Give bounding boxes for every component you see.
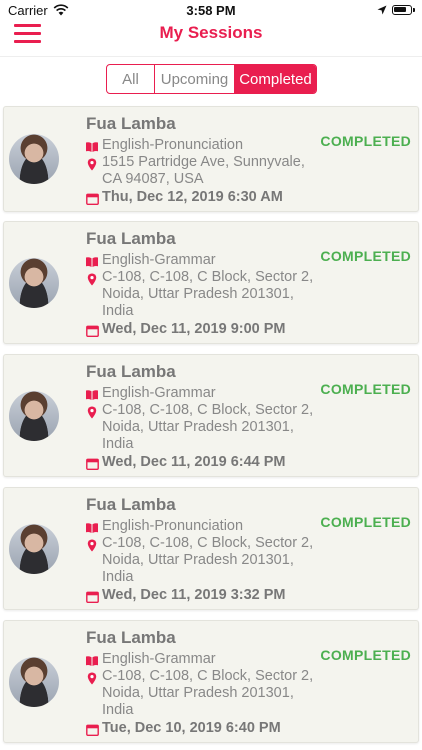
subject-row: English-Pronunciation <box>84 137 243 155</box>
tutor-name: Fua Lamba <box>86 628 176 647</box>
status-badge: COMPLETED <box>320 248 411 264</box>
tutor-name: Fua Lamba <box>86 229 176 248</box>
subject-label: English-Pronunciation <box>102 518 244 534</box>
avatar <box>9 134 59 184</box>
tutor-name: Fua Lamba <box>86 114 176 133</box>
session-date: Wed, Dec 11, 2019 9:00 PM <box>102 321 286 337</box>
tab-completed[interactable]: Completed <box>234 65 316 93</box>
address-label: C-108, C-108, C Block, Sector 2, Noida, … <box>102 668 314 718</box>
subject-row: English-Pronunciation <box>84 518 243 536</box>
book-icon <box>84 254 100 270</box>
status-badge: COMPLETED <box>320 381 411 397</box>
date-row: Wed, Dec 11, 2019 3:32 PM <box>84 587 286 605</box>
avatar <box>9 524 59 574</box>
date-row: Thu, Dec 12, 2019 6:30 AM <box>84 189 283 207</box>
map-pin-icon <box>84 156 100 172</box>
session-date: Tue, Dec 10, 2019 6:40 PM <box>102 720 281 736</box>
book-icon <box>84 520 100 536</box>
page-title: My Sessions <box>159 23 263 42</box>
book-icon <box>84 653 100 669</box>
session-card[interactable]: Fua Lamba COMPLETED English-Grammar C-10… <box>3 620 419 743</box>
address-row: C-108, C-108, C Block, Sector 2, Noida, … <box>84 668 324 719</box>
status-bar: Carrier 3:58 PM <box>0 0 422 22</box>
session-card[interactable]: Fua Lamba COMPLETED English-Pronunciatio… <box>3 487 419 610</box>
tab-upcoming[interactable]: Upcoming <box>154 65 234 93</box>
map-pin-icon <box>84 670 100 686</box>
address-label: 1515 Partridge Ave, Sunnyvale, CA 94087,… <box>102 154 305 187</box>
avatar <box>9 391 59 441</box>
subject-label: English-Pronunciation <box>102 137 244 153</box>
date-row: Tue, Dec 10, 2019 6:40 PM <box>84 720 281 738</box>
calendar-icon <box>84 323 100 339</box>
subject-label: English-Grammar <box>102 252 216 268</box>
book-icon <box>84 139 100 155</box>
status-badge: COMPLETED <box>320 647 411 663</box>
address-row: C-108, C-108, C Block, Sector 2, Noida, … <box>84 535 324 586</box>
address-row: 1515 Partridge Ave, Sunnyvale, CA 94087,… <box>84 154 324 188</box>
address-label: C-108, C-108, C Block, Sector 2, Noida, … <box>102 535 314 585</box>
address-row: C-108, C-108, C Block, Sector 2, Noida, … <box>84 402 324 453</box>
subject-row: English-Grammar <box>84 385 216 403</box>
avatar <box>9 657 59 707</box>
session-date: Wed, Dec 11, 2019 6:44 PM <box>102 454 286 470</box>
tab-all[interactable]: All <box>107 65 154 93</box>
subject-row: English-Grammar <box>84 651 216 669</box>
tutor-name: Fua Lamba <box>86 495 176 514</box>
location-arrow-icon <box>377 5 387 15</box>
calendar-icon <box>84 589 100 605</box>
map-pin-icon <box>84 271 100 287</box>
status-badge: COMPLETED <box>320 514 411 530</box>
calendar-icon <box>84 191 100 207</box>
status-time: 3:58 PM <box>186 3 236 18</box>
session-card[interactable]: Fua Lamba COMPLETED English-Pronunciatio… <box>3 106 419 212</box>
nav-bar: My Sessions <box>0 22 422 57</box>
subject-label: English-Grammar <box>102 385 216 401</box>
date-row: Wed, Dec 11, 2019 9:00 PM <box>84 321 286 339</box>
session-date: Wed, Dec 11, 2019 3:32 PM <box>102 587 286 603</box>
address-row: C-108, C-108, C Block, Sector 2, Noida, … <box>84 269 324 320</box>
session-card[interactable]: Fua Lamba COMPLETED English-Grammar C-10… <box>3 354 419 477</box>
battery-icon <box>392 5 415 15</box>
session-filter-tabs: All Upcoming Completed <box>106 64 317 94</box>
address-label: C-108, C-108, C Block, Sector 2, Noida, … <box>102 402 314 452</box>
tutor-name: Fua Lamba <box>86 362 176 381</box>
session-card[interactable]: Fua Lamba COMPLETED English-Grammar C-10… <box>3 221 419 344</box>
subject-label: English-Grammar <box>102 651 216 667</box>
date-row: Wed, Dec 11, 2019 6:44 PM <box>84 454 286 472</box>
calendar-icon <box>84 456 100 472</box>
avatar <box>9 258 59 308</box>
book-icon <box>84 387 100 403</box>
subject-row: English-Grammar <box>84 252 216 270</box>
map-pin-icon <box>84 404 100 420</box>
session-date: Thu, Dec 12, 2019 6:30 AM <box>102 189 283 205</box>
calendar-icon <box>84 722 100 738</box>
map-pin-icon <box>84 537 100 553</box>
address-label: C-108, C-108, C Block, Sector 2, Noida, … <box>102 269 314 319</box>
status-badge: COMPLETED <box>320 133 411 149</box>
